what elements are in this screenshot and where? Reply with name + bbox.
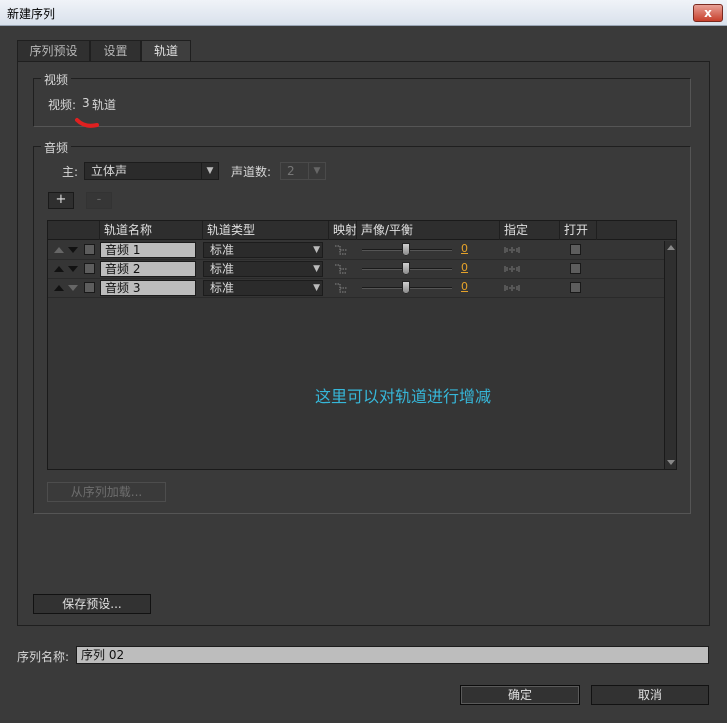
channels-label: 声道数:: [231, 165, 272, 179]
master-track-value: 立体声: [91, 164, 128, 178]
assign-icon[interactable]: [504, 245, 520, 255]
track-select-checkbox[interactable]: [84, 244, 95, 255]
title-bar: 新建序列 x: [0, 0, 727, 26]
column-assign: 指定: [499, 221, 559, 240]
close-button[interactable]: x: [693, 4, 723, 22]
track-type-value: 标准: [210, 281, 235, 295]
move-up-icon: [54, 247, 64, 253]
scroll-up-icon[interactable]: [667, 245, 675, 250]
track-type-value: 标准: [210, 243, 235, 257]
track-type-dropdown[interactable]: 标准 ▼: [203, 280, 323, 296]
column-pan-balance: 声像/平衡: [356, 221, 499, 240]
pan-value[interactable]: 0: [461, 242, 468, 255]
video-track-count[interactable]: 3: [82, 96, 90, 110]
tab-settings[interactable]: 设置: [90, 40, 141, 62]
chevron-down-icon: ▼: [313, 283, 320, 293]
table-header: 轨道名称 轨道类型 映射 声像/平衡 指定 打开: [48, 221, 676, 240]
column-track-type: 轨道类型: [202, 221, 328, 240]
chevron-down-icon: ▼: [313, 264, 320, 274]
track-name-input[interactable]: 音频 2: [100, 261, 196, 277]
pan-value[interactable]: 0: [461, 280, 468, 293]
chevron-down-icon: ▼: [308, 163, 325, 179]
red-mark-annotation: [75, 118, 99, 128]
column-spacer: [596, 221, 676, 240]
open-checkbox[interactable]: [570, 282, 581, 293]
video-tracks-label: 视频:: [48, 98, 77, 112]
scroll-down-icon[interactable]: [667, 460, 675, 465]
cancel-button[interactable]: 取消: [591, 685, 709, 705]
remove-track-button: -: [86, 192, 112, 209]
ok-button[interactable]: 确定: [460, 685, 580, 705]
channels-dropdown: 2 ▼: [280, 162, 326, 180]
video-group: [33, 78, 691, 127]
pan-value[interactable]: 0: [461, 261, 468, 274]
pan-slider-thumb[interactable]: [402, 281, 410, 294]
move-down-icon[interactable]: [68, 266, 78, 272]
assign-icon[interactable]: [504, 264, 520, 274]
track-name-input[interactable]: 音频 3: [100, 280, 196, 296]
chevron-down-icon: ▼: [313, 245, 320, 255]
master-track-dropdown[interactable]: 立体声 ▼: [84, 162, 219, 180]
tab-sequence-presets[interactable]: 序列预设: [17, 40, 90, 62]
chevron-down-icon: ▼: [201, 163, 218, 179]
track-type-dropdown[interactable]: 标准 ▼: [203, 261, 323, 277]
save-preset-button[interactable]: 保存预设...: [33, 594, 151, 614]
open-checkbox[interactable]: [570, 263, 581, 274]
table-row[interactable]: 音频 3 标准 ▼ 0: [48, 279, 664, 298]
pan-slider-thumb[interactable]: [402, 243, 410, 256]
video-group-label: 视频: [41, 71, 72, 88]
mapping-icon[interactable]: [334, 282, 348, 294]
window-title: 新建序列: [7, 7, 56, 21]
move-down-icon: [68, 285, 78, 291]
load-from-sequence-button: 从序列加载...: [47, 482, 166, 502]
column-track-name: 轨道名称: [99, 221, 202, 240]
pan-slider-thumb[interactable]: [402, 262, 410, 275]
table-row[interactable]: 音频 2 标准 ▼ 0: [48, 260, 664, 279]
annotation-text: 这里可以对轨道进行增减: [314, 387, 491, 406]
audio-group-label: 音频: [41, 139, 72, 156]
table-scrollbar[interactable]: [664, 241, 676, 469]
sequence-name-input[interactable]: 序列 02: [76, 646, 709, 664]
move-up-icon[interactable]: [54, 266, 64, 272]
assign-icon[interactable]: [504, 283, 520, 293]
track-type-dropdown[interactable]: 标准 ▼: [203, 242, 323, 258]
master-label: 主:: [62, 165, 79, 179]
move-up-icon[interactable]: [54, 285, 64, 291]
open-checkbox[interactable]: [570, 244, 581, 255]
column-mapping: 映射: [328, 221, 357, 240]
mapping-icon[interactable]: [334, 244, 348, 256]
mapping-icon[interactable]: [334, 263, 348, 275]
audio-track-table: 轨道名称 轨道类型 映射 声像/平衡 指定 打开 音频 1 标准 ▼ 0 音频 …: [47, 220, 677, 470]
add-track-button[interactable]: +: [48, 192, 74, 209]
close-icon: x: [704, 6, 712, 20]
channels-value: 2: [287, 164, 295, 178]
tab-tracks[interactable]: 轨道: [141, 40, 191, 63]
track-type-value: 标准: [210, 262, 235, 276]
table-row[interactable]: 音频 1 标准 ▼ 0: [48, 241, 664, 260]
move-down-icon[interactable]: [68, 247, 78, 253]
track-name-input[interactable]: 音频 1: [100, 242, 196, 258]
track-select-checkbox[interactable]: [84, 263, 95, 274]
sequence-name-label: 序列名称:: [17, 650, 70, 664]
column-open: 打开: [559, 221, 596, 240]
video-track-unit: 轨道: [92, 98, 117, 112]
track-select-checkbox[interactable]: [84, 282, 95, 293]
